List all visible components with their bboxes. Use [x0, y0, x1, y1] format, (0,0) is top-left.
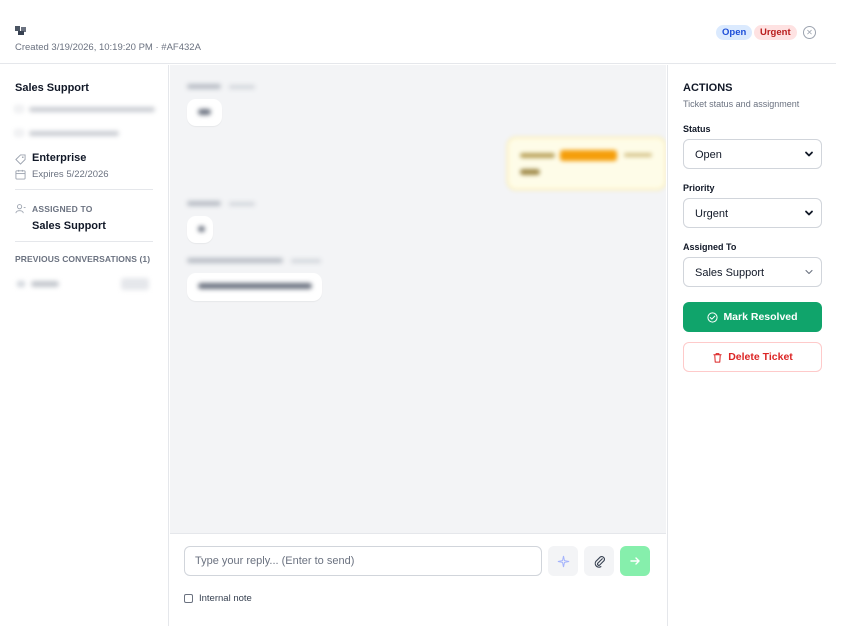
divider: [15, 189, 153, 190]
internal-note-message-redacted: [507, 137, 666, 190]
attach-button[interactable]: [584, 546, 614, 576]
check-circle-icon: [707, 311, 719, 323]
previous-conversations-label: PREVIOUS CONVERSATIONS (1): [15, 254, 151, 264]
assigned-to-select[interactable]: Sales Support: [683, 257, 822, 287]
chevron-down-icon: [805, 269, 813, 275]
customer-name: Sales Support: [15, 82, 89, 94]
mark-resolved-label: Mark Resolved: [723, 311, 798, 323]
mail-icon: [15, 106, 23, 112]
close-icon[interactable]: ✕: [803, 26, 816, 39]
delete-ticket-label: Delete Ticket: [728, 351, 793, 363]
conversation-thread[interactable]: [170, 65, 666, 533]
customer-email-redacted: [15, 103, 155, 115]
chevron-down-icon: [805, 151, 813, 157]
customer-panel: Sales Support Enterprise Expires 5/22/20…: [0, 65, 169, 626]
message-redacted: [187, 82, 255, 126]
sparkle-icon: [557, 555, 569, 567]
reply-input[interactable]: [184, 546, 542, 576]
actions-panel: ACTIONS Ticket status and assignment Sta…: [667, 65, 836, 626]
customer-phone-redacted: [15, 127, 119, 139]
internal-note-label: Internal note: [199, 593, 252, 604]
ticket-created-meta: Created 3/19/2026, 10:19:20 PM · #AF432A: [15, 42, 201, 53]
message-redacted: [187, 199, 255, 243]
assigned-to-select-value: Sales Support: [695, 267, 765, 279]
delete-ticket-button[interactable]: Delete Ticket: [683, 342, 822, 372]
mark-resolved-button[interactable]: Mark Resolved: [683, 302, 822, 332]
previous-conversation-item-redacted[interactable]: [15, 276, 150, 292]
message-redacted: [187, 256, 322, 301]
ai-assist-button[interactable]: [548, 546, 578, 576]
assigned-to-value: Sales Support: [32, 220, 106, 232]
priority-select[interactable]: Urgent: [683, 198, 822, 228]
customer-plan: Enterprise: [32, 152, 87, 164]
tag-icon: [15, 154, 26, 165]
priority-label: Priority: [683, 183, 715, 193]
trash-icon: [713, 352, 722, 363]
reply-composer: Internal note: [170, 533, 666, 626]
priority-select-value: Urgent: [695, 208, 729, 220]
phone-icon: [15, 130, 23, 136]
plan-expiry: Expires 5/22/2026: [32, 169, 109, 180]
paperclip-icon: [594, 555, 605, 568]
assigned-to-label: ASSIGNED TO: [32, 204, 93, 214]
calendar-icon: [15, 169, 26, 180]
status-label: Status: [683, 124, 711, 134]
user-icon: [15, 204, 26, 214]
priority-badge: Urgent: [754, 25, 797, 40]
send-button[interactable]: [620, 546, 650, 576]
internal-note-toggle[interactable]: Internal note: [184, 593, 252, 604]
status-select[interactable]: Open: [683, 139, 822, 169]
status-select-value: Open: [695, 149, 722, 161]
chevron-down-icon: [805, 210, 813, 216]
assigned-to-label: Assigned To: [683, 242, 737, 252]
actions-subtitle: Ticket status and assignment: [683, 99, 800, 109]
actions-title: ACTIONS: [683, 82, 733, 94]
ticket-header: Created 3/19/2026, 10:19:20 PM · #AF432A…: [0, 0, 836, 64]
ticket-glyph-icon: [15, 26, 26, 35]
arrow-right-icon: [630, 557, 640, 565]
status-badge: Open: [716, 25, 753, 40]
internal-note-checkbox[interactable]: [184, 594, 193, 603]
divider: [15, 241, 153, 242]
